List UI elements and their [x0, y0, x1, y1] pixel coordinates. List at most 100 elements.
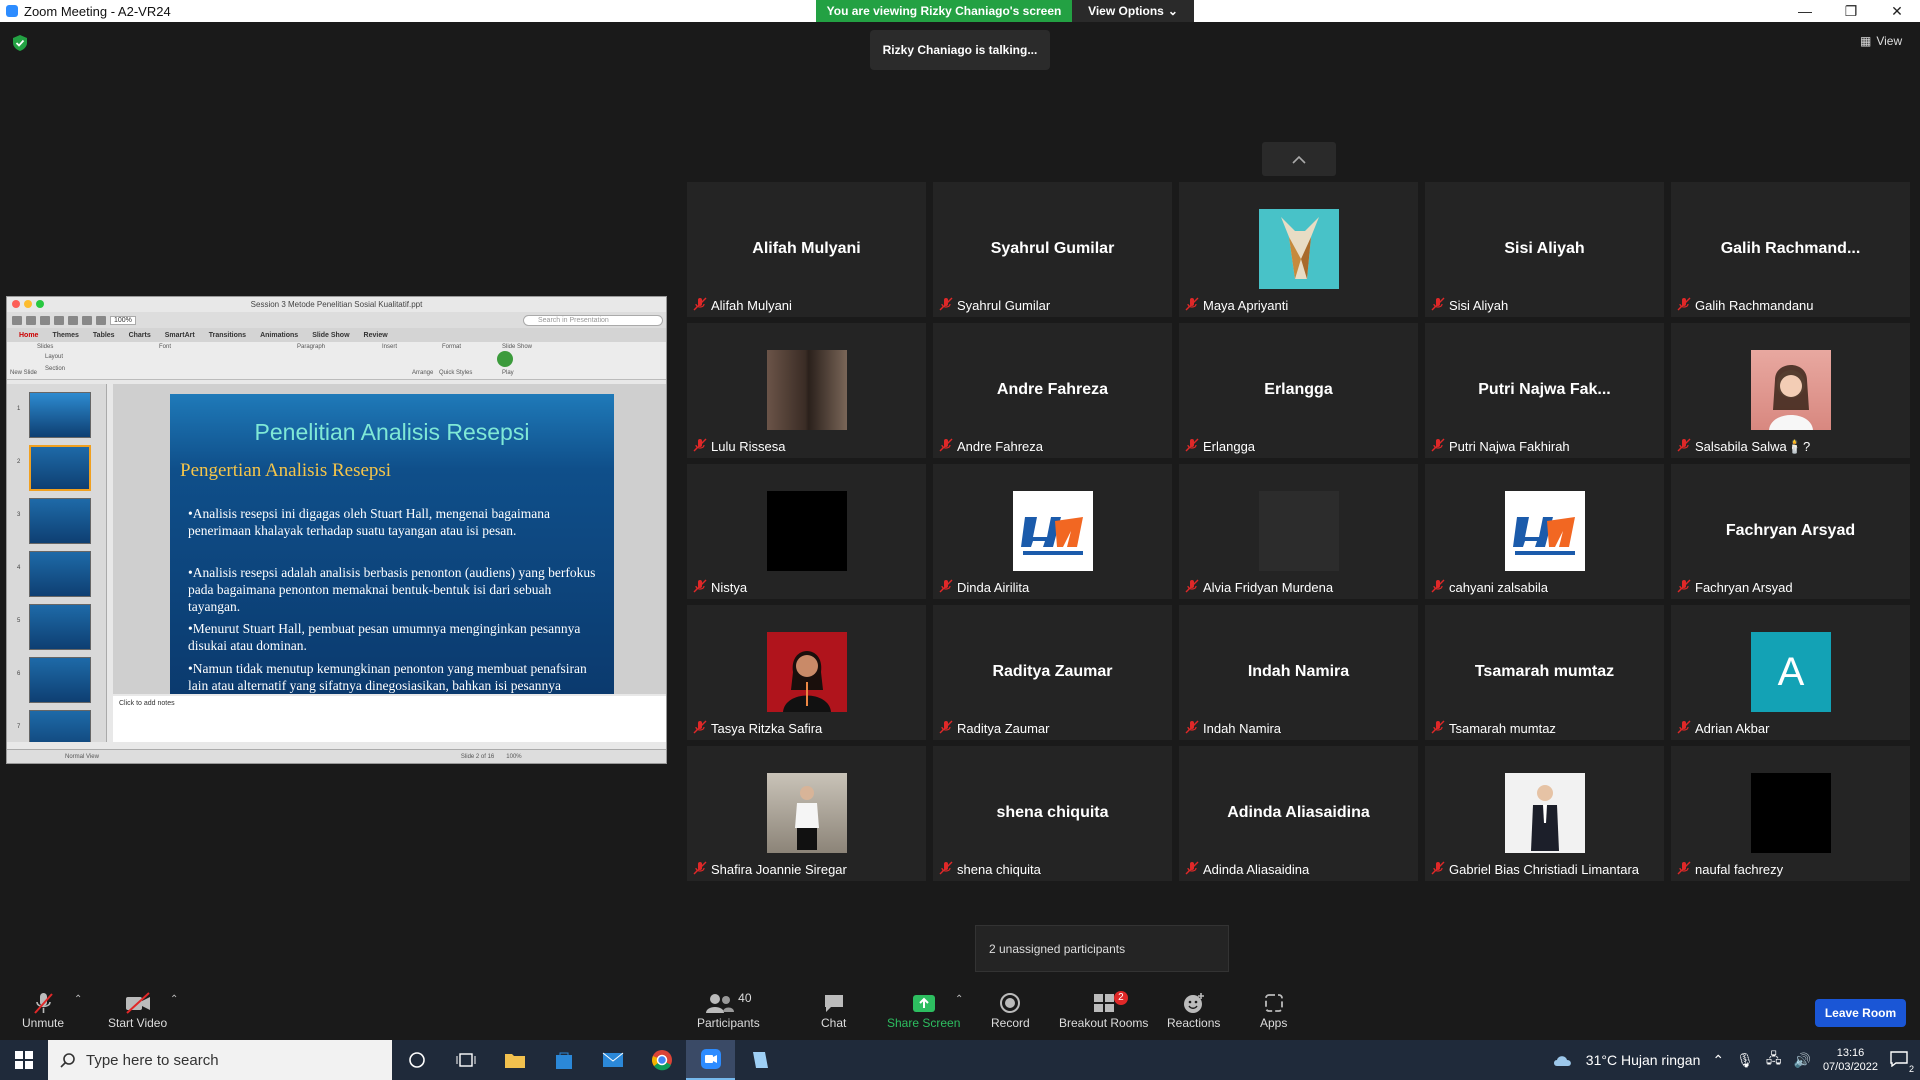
minimize-button[interactable]: — — [1782, 3, 1828, 19]
participant-name-label: Dinda Airilita — [939, 579, 1029, 596]
task-view-button[interactable] — [441, 1040, 490, 1080]
participant-tile[interactable]: Tsamarah mumtaz Tsamarah mumtaz — [1425, 605, 1664, 740]
previous-page-button[interactable] — [1262, 142, 1336, 176]
start-button[interactable] — [0, 1040, 48, 1080]
slide-thumbnail[interactable] — [29, 657, 91, 703]
participant-tile[interactable]: Adinda Aliasaidina Adinda Aliasaidina — [1179, 746, 1418, 881]
thumbnail-number: 6 — [17, 671, 21, 677]
shared-screen[interactable]: Session 3 Metode Penelitian Sosial Kuali… — [6, 296, 667, 764]
thumbnail-number: 4 — [17, 565, 21, 571]
participant-name-label: Syahrul Gumilar — [939, 297, 1050, 314]
participant-tile[interactable]: Dinda Airilita — [933, 464, 1172, 599]
participant-tile[interactable]: A Adrian Akbar — [1671, 605, 1910, 740]
profile-photo — [767, 632, 847, 712]
video-options-caret[interactable]: ⌃ — [170, 994, 178, 1005]
ppt-tab[interactable]: Transitions — [209, 332, 246, 339]
participant-tile[interactable]: Syahrul Gumilar Syahrul Gumilar — [933, 182, 1172, 317]
share-screen-button[interactable]: Share Screen — [887, 990, 960, 1030]
breakout-rooms-button[interactable]: 2 Breakout Rooms — [1059, 990, 1148, 1030]
chevron-up-icon[interactable]: ⌃ — [1712, 1052, 1724, 1069]
record-button[interactable]: Record — [991, 990, 1030, 1030]
participant-tile[interactable]: Salsabila Salwa🕯️? — [1671, 323, 1910, 458]
cortana-button[interactable] — [392, 1040, 441, 1080]
participant-tile[interactable]: Andre Fahreza Andre Fahreza — [933, 323, 1172, 458]
volume-icon[interactable]: 🔊 — [1794, 1052, 1811, 1069]
slide-thumbnail[interactable] — [29, 710, 91, 742]
participant-tile[interactable]: shena chiquita shena chiquita — [933, 746, 1172, 881]
participant-tile[interactable]: naufal fachrezy — [1671, 746, 1910, 881]
apps-button[interactable]: Apps — [1260, 990, 1287, 1030]
participant-name-label: Sisi Aliyah — [1431, 297, 1508, 314]
unmute-button[interactable]: Unmute — [22, 990, 64, 1030]
microphone-icon[interactable]: 🎙 — [1736, 1052, 1754, 1069]
participant-tile[interactable]: cahyani zalsabila — [1425, 464, 1664, 599]
ppt-tab[interactable]: Tables — [93, 332, 115, 339]
taskbar-search-input[interactable]: Type here to search — [48, 1040, 392, 1080]
participant-tile[interactable]: Shafira Joannie Siregar — [687, 746, 926, 881]
ppt-tab[interactable]: SmartArt — [165, 332, 195, 339]
mic-muted-icon — [693, 579, 707, 596]
ppt-tab[interactable]: Home — [19, 332, 38, 339]
thumbnail-number: 5 — [17, 618, 21, 624]
zoom-taskbar-button[interactable] — [686, 1040, 735, 1080]
ppt-tab[interactable]: Review — [364, 332, 388, 339]
slide-thumbnail[interactable] — [29, 604, 91, 650]
slide-thumbnail[interactable] — [29, 551, 91, 597]
ppt-tab[interactable]: Slide Show — [312, 332, 349, 339]
play-label: Play — [502, 370, 514, 376]
file-explorer-button[interactable] — [490, 1040, 539, 1080]
notification-center-icon[interactable]: 2 — [1890, 1050, 1914, 1074]
participant-display-name: Adinda Aliasaidina — [1227, 804, 1370, 821]
ppt-tab[interactable]: Charts — [129, 332, 151, 339]
security-shield-icon[interactable] — [12, 34, 28, 52]
profile-photo — [767, 773, 847, 853]
participant-tile[interactable]: Fachryan Arsyad Fachryan Arsyad — [1671, 464, 1910, 599]
slide-title: Penelitian Analisis Resepsi — [254, 419, 530, 445]
participant-tile[interactable]: Nistya — [687, 464, 926, 599]
grid-icon: ▦ — [1860, 34, 1872, 48]
mail-button[interactable] — [588, 1040, 637, 1080]
participant-tile[interactable]: Alifah Mulyani Alifah Mulyani — [687, 182, 926, 317]
paste-icon — [96, 315, 106, 325]
ppt-tab[interactable]: Animations — [260, 332, 298, 339]
slide-thumbnail[interactable] — [29, 498, 91, 544]
start-video-button[interactable]: Start Video — [108, 990, 167, 1030]
mic-muted-icon — [1185, 861, 1199, 878]
participant-tile[interactable]: Sisi Aliyah Sisi Aliyah — [1425, 182, 1664, 317]
close-button[interactable]: ✕ — [1874, 3, 1920, 20]
network-icon[interactable]: 🖧 — [1766, 1048, 1782, 1072]
participant-tile[interactable]: Gabriel Bias Christiadi Limantara — [1425, 746, 1664, 881]
participant-tile[interactable]: Raditya Zaumar Raditya Zaumar — [933, 605, 1172, 740]
slide-thumbnail[interactable] — [29, 445, 91, 491]
reactions-button[interactable]: Reactions — [1167, 990, 1220, 1030]
participant-display-name: Tsamarah mumtaz — [1474, 663, 1615, 680]
mic-muted-icon — [1677, 861, 1691, 878]
participant-tile[interactable]: Maya Apriyanti — [1179, 182, 1418, 317]
open-icon — [26, 315, 36, 325]
chat-button[interactable]: Chat — [821, 990, 846, 1030]
taskbar-clock[interactable]: 13:16 07/03/2022 — [1823, 1046, 1878, 1074]
participant-tile[interactable]: Indah Namira Indah Namira — [1179, 605, 1418, 740]
ppt-tab[interactable]: Themes — [52, 332, 78, 339]
participant-tile[interactable]: Alvia Fridyan Murdena — [1179, 464, 1418, 599]
notepad-button[interactable] — [735, 1040, 784, 1080]
participant-tile[interactable]: Lulu Rissesa — [687, 323, 926, 458]
audio-options-caret[interactable]: ⌃ — [74, 994, 82, 1005]
cut-icon — [68, 315, 78, 325]
leave-room-button[interactable]: Leave Room — [1815, 999, 1906, 1027]
view-options-button[interactable]: View Options ⌄ — [1072, 0, 1194, 22]
participant-tile[interactable]: Galih Rachmand... Galih Rachmandanu — [1671, 182, 1910, 317]
slide-thumbnail[interactable] — [29, 392, 91, 438]
store-button[interactable] — [539, 1040, 588, 1080]
participant-tile[interactable]: Tasya Ritzka Safira — [687, 605, 926, 740]
weather-text[interactable]: 31°C Hujan ringan — [1586, 1052, 1701, 1068]
share-options-caret[interactable]: ⌃ — [955, 994, 963, 1005]
participant-tile[interactable]: Erlangga Erlangga — [1179, 323, 1418, 458]
participant-tile[interactable]: Putri Najwa Fak... Putri Najwa Fakhirah — [1425, 323, 1664, 458]
view-button[interactable]: ▦ View — [1860, 34, 1902, 48]
clock-time: 13:16 — [1836, 1047, 1865, 1059]
maximize-button[interactable]: ❐ — [1828, 3, 1874, 20]
chrome-button[interactable] — [637, 1040, 686, 1080]
participants-button[interactable]: 40 Participants — [697, 990, 760, 1030]
participant-display-name: Andre Fahreza — [996, 381, 1109, 398]
